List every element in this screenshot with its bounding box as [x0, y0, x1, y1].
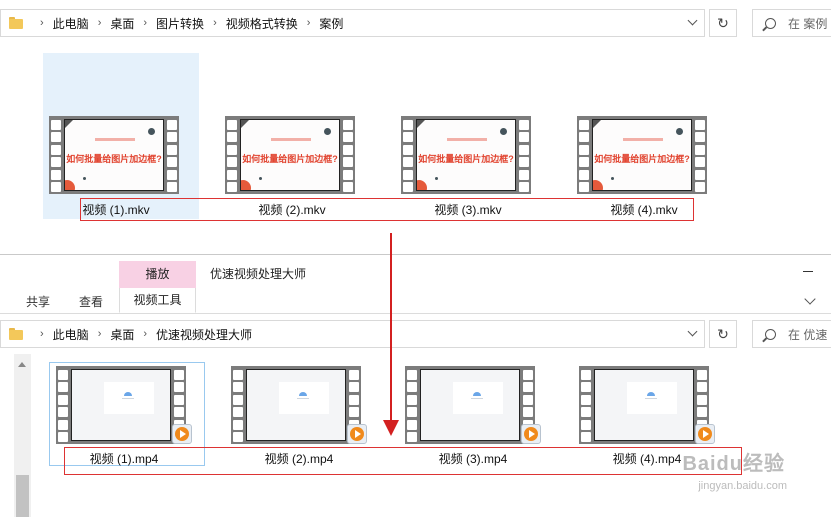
video-frame: 如何批量给图片加边框?: [240, 119, 340, 191]
video-frame: [71, 369, 171, 441]
video-thumbnail-icon: 如何批量给图片加边框?: [49, 116, 179, 194]
video-frame-title: 如何批量给图片加边框?: [66, 154, 162, 164]
search-icon: [765, 328, 776, 340]
contextual-tab-group: 播放: [119, 261, 196, 288]
annotation-box-bottom: [64, 447, 742, 475]
annotation-box-top: [80, 198, 694, 221]
chevron-down-icon[interactable]: [687, 15, 698, 26]
search-placeholder: 在 案例: [788, 16, 828, 31]
annotation-arrow: [390, 233, 392, 423]
ribbon-divider: [0, 313, 831, 314]
breadcrumb-separator-icon: ›: [97, 17, 102, 29]
video-frame: [246, 369, 346, 441]
video-thumbnail-icon: [405, 366, 535, 444]
breadcrumb-item[interactable]: 此电脑: [53, 15, 89, 32]
breadcrumb-item[interactable]: 桌面: [110, 15, 134, 32]
refresh-icon: ↻: [717, 325, 729, 342]
film-sprocket-holes: [226, 120, 238, 192]
breadcrumb-separator-icon: ›: [213, 17, 217, 29]
video-frame: 如何批量给图片加边框?: [64, 119, 164, 191]
media-player-play-icon: [521, 424, 541, 444]
breadcrumb-separator-icon: ›: [40, 328, 44, 340]
video-thumbnail-icon: [231, 366, 361, 444]
breadcrumb-item[interactable]: 图片转换: [156, 15, 204, 32]
video-frame: [420, 369, 520, 441]
search-placeholder: 在 优速: [788, 327, 828, 342]
minimize-icon[interactable]: [803, 271, 813, 272]
tab-view[interactable]: 查看: [79, 293, 103, 310]
scrollbar-thumb[interactable]: [16, 475, 29, 517]
breadcrumb-item[interactable]: 此电脑: [53, 326, 89, 343]
video-thumbnail-icon: 如何批量给图片加边框?: [225, 116, 355, 194]
media-player-play-icon: [347, 424, 367, 444]
search-input[interactable]: 在 案例: [752, 9, 831, 37]
film-sprocket-holes: [518, 120, 530, 192]
refresh-icon: ↻: [717, 14, 729, 31]
film-sprocket-holes: [694, 120, 706, 192]
film-sprocket-holes: [232, 370, 244, 442]
tab-video-tools[interactable]: 视频工具: [119, 288, 196, 313]
film-sprocket-holes: [50, 120, 62, 192]
video-frame: 如何批量给图片加边框?: [592, 119, 692, 191]
bottom-address-bar[interactable]: › 此电脑 › 桌面 › 优速视频处理大师: [0, 320, 705, 348]
breadcrumb-item[interactable]: 案例: [319, 15, 343, 32]
refresh-button[interactable]: ↻: [709, 9, 737, 37]
video-frame-title: 如何批量给图片加边框?: [594, 154, 690, 164]
watermark-url: jingyan.baidu.com: [698, 480, 787, 492]
video-thumbnail-icon: 如何批量给图片加边框?: [401, 116, 531, 194]
watermark-logo: Baidu经验: [682, 453, 785, 475]
chevron-down-icon[interactable]: [804, 293, 816, 305]
breadcrumb-item[interactable]: 视频格式转换: [226, 15, 298, 32]
film-sprocket-holes: [580, 370, 592, 442]
window-title: 优速视频处理大师: [210, 267, 307, 281]
arrow-down-icon: [383, 420, 399, 436]
film-sprocket-holes: [406, 370, 418, 442]
breadcrumb: › 此电脑 › 桌面 › 图片转换 › 视频格式转换 › 案例: [31, 15, 343, 32]
breadcrumb-item[interactable]: 桌面: [110, 326, 134, 343]
video-frame: 如何批量给图片加边框?: [416, 119, 516, 191]
video-frame: [594, 369, 694, 441]
video-frame-title: 如何批量给图片加边框?: [242, 154, 338, 164]
breadcrumb-separator-icon: ›: [143, 328, 148, 340]
video-thumbnail-icon: [56, 366, 186, 444]
breadcrumb-separator-icon: ›: [40, 17, 44, 29]
film-sprocket-holes: [166, 120, 178, 192]
breadcrumb-separator-icon: ›: [306, 17, 311, 29]
refresh-button[interactable]: ↻: [709, 320, 737, 348]
film-sprocket-holes: [402, 120, 414, 192]
media-player-play-icon: [695, 424, 715, 444]
film-sprocket-holes: [57, 370, 69, 442]
video-frame-title: 如何批量给图片加边框?: [418, 154, 514, 164]
film-sprocket-holes: [342, 120, 354, 192]
folder-icon: [9, 328, 23, 340]
top-address-bar[interactable]: › 此电脑 › 桌面 › 图片转换 › 视频格式转换 › 案例: [0, 9, 705, 37]
tab-share[interactable]: 共享: [26, 293, 50, 310]
breadcrumb-separator-icon: ›: [97, 328, 102, 340]
scroll-up-icon[interactable]: [18, 362, 26, 367]
search-icon: [765, 17, 776, 29]
film-sprocket-holes: [578, 120, 590, 192]
chevron-down-icon[interactable]: [687, 326, 698, 337]
breadcrumb-item[interactable]: 优速视频处理大师: [156, 326, 252, 343]
breadcrumb-separator-icon: ›: [143, 17, 148, 29]
search-input[interactable]: 在 优速: [752, 320, 831, 348]
video-thumbnail-icon: [579, 366, 709, 444]
breadcrumb: › 此电脑 › 桌面 › 优速视频处理大师: [31, 326, 252, 343]
folder-icon: [9, 17, 23, 29]
media-player-play-icon: [172, 424, 192, 444]
video-thumbnail-icon: 如何批量给图片加边框?: [577, 116, 707, 194]
